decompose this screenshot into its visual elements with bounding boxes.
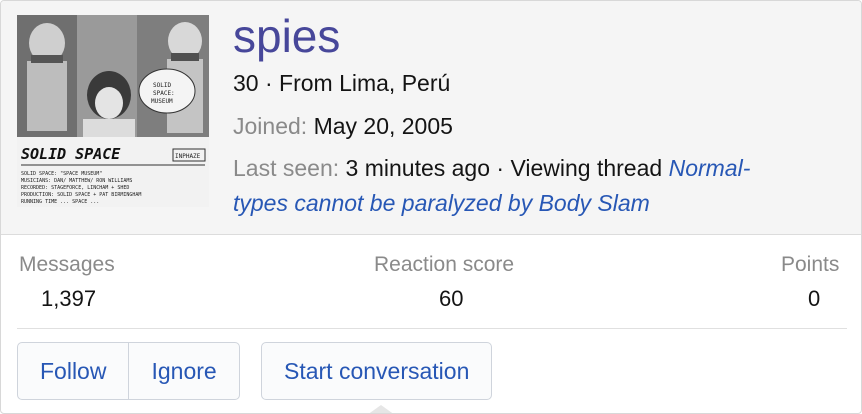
last-seen-row: Last seen: 3 minutes ago · Viewing threa… xyxy=(233,154,750,184)
follow-ignore-group: Follow Ignore xyxy=(17,342,240,400)
conversation-group: Start conversation xyxy=(261,342,493,400)
stat-label-points: Points xyxy=(781,253,840,276)
joined-row: Joined: May 20, 2005 xyxy=(233,112,453,142)
svg-text:INPHAZE: INPHAZE xyxy=(175,153,201,160)
age-location: 30 · From Lima, Perú xyxy=(233,70,451,96)
thread-link-part-1[interactable]: Normal- xyxy=(669,155,751,181)
last-seen-value: 3 minutes ago · Viewing thread xyxy=(345,155,663,181)
member-header: SOLID SPACE: MUSEUM SOLID SPACE INPHAZE … xyxy=(1,1,861,235)
stat-label-messages: Messages xyxy=(19,253,115,276)
username-link[interactable]: spies xyxy=(233,11,340,62)
start-conversation-button[interactable]: Start conversation xyxy=(262,343,491,399)
follow-button[interactable]: Follow xyxy=(18,343,128,399)
thread-row: types cannot be paralyzed by Body Slam xyxy=(233,189,650,219)
last-seen-label: Last seen: xyxy=(233,155,340,181)
avatar-title: SOLID SPACE xyxy=(21,145,121,163)
svg-text:RUNNING TIME ... SPACE ...: RUNNING TIME ... SPACE ... xyxy=(21,199,99,205)
svg-text:RECORDED: STAGEFORCE, LINCHAM: RECORDED: STAGEFORCE, LINCHAM + SHED xyxy=(21,185,129,191)
svg-text:SOLID: SOLID xyxy=(153,82,171,89)
tooltip-pointer xyxy=(367,405,395,413)
joined-value: May 20, 2005 xyxy=(313,113,453,139)
thread-link-part-2[interactable]: types cannot be paralyzed by Body Slam xyxy=(233,190,650,216)
stat-label-reaction-score: Reaction score xyxy=(374,253,515,276)
joined-label: Joined: xyxy=(233,113,308,139)
svg-text:SPACE:: SPACE: xyxy=(153,90,175,97)
svg-text:MUSICIANS: DAN/ MATTHEW/ RON W: MUSICIANS: DAN/ MATTHEW/ RON WILLIAMS xyxy=(21,178,132,184)
ignore-button[interactable]: Ignore xyxy=(128,343,238,399)
avatar[interactable]: SOLID SPACE: MUSEUM SOLID SPACE INPHAZE … xyxy=(17,15,209,207)
svg-text:MUSEUM: MUSEUM xyxy=(151,98,173,105)
stat-value-reaction-score[interactable]: 60 xyxy=(439,286,463,312)
member-tooltip-card: SOLID SPACE: MUSEUM SOLID SPACE INPHAZE … xyxy=(0,0,862,414)
stat-value-messages[interactable]: 1,397 xyxy=(41,286,96,312)
avatar-image: SOLID SPACE: MUSEUM SOLID SPACE INPHAZE … xyxy=(17,15,209,207)
stat-value-points[interactable]: 0 xyxy=(808,286,820,312)
svg-text:PRODUCTION: SOLID SPACE + PAT: PRODUCTION: SOLID SPACE + PAT BIRMINGHAM xyxy=(21,192,141,198)
divider xyxy=(17,328,847,329)
member-stats: Messages 1,397 Reaction score 60 Points … xyxy=(1,235,861,329)
svg-text:SOLID SPACE: "SPACE MUSEUM": SOLID SPACE: "SPACE MUSEUM" xyxy=(21,171,102,177)
